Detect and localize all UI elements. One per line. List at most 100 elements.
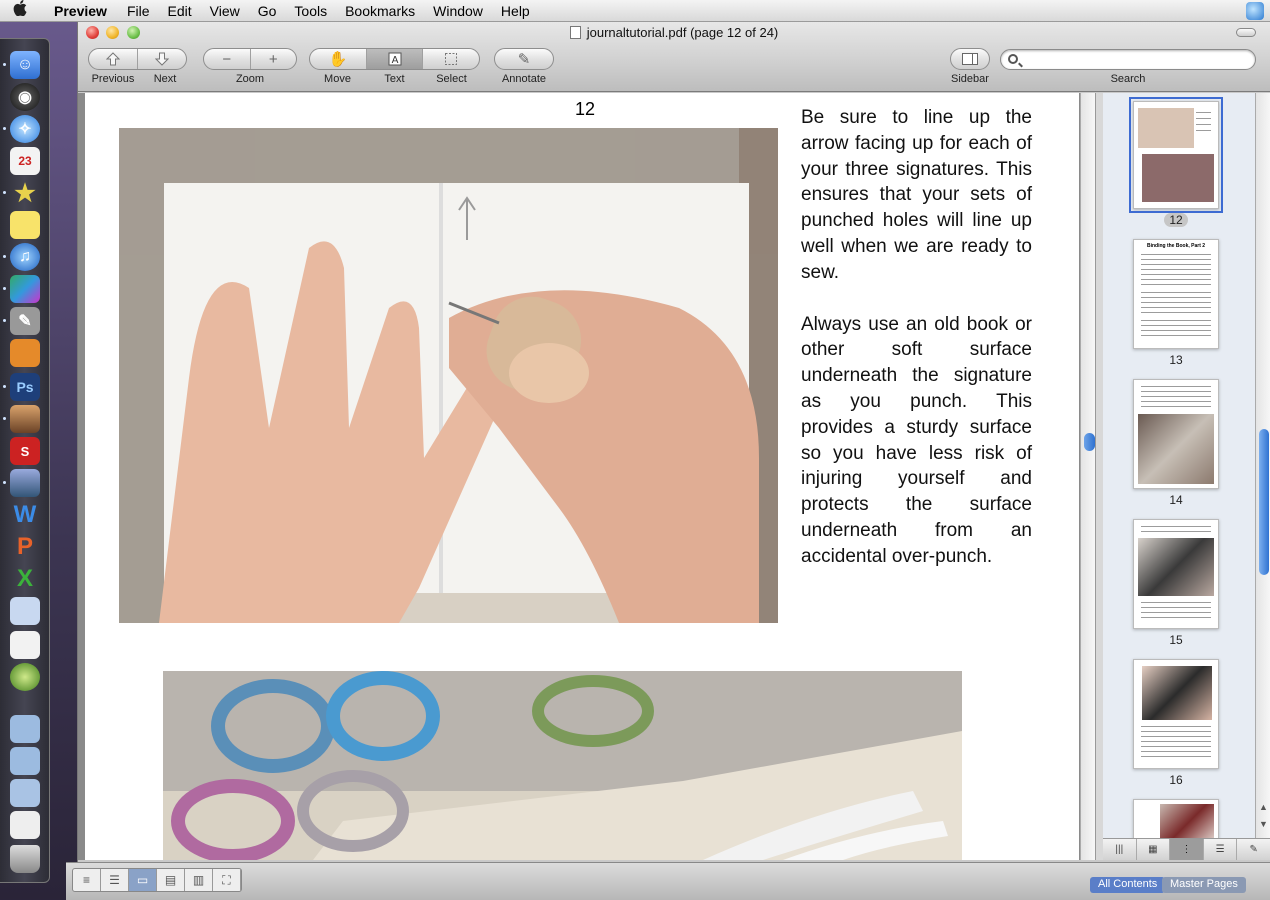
- sbx-app-icon[interactable]: S: [10, 437, 40, 465]
- menu-file[interactable]: File: [127, 3, 150, 19]
- previous-button[interactable]: [89, 49, 138, 69]
- move-tool-button[interactable]: ✋: [310, 49, 367, 69]
- next-button[interactable]: [138, 49, 186, 69]
- apple-menu-icon[interactable]: [0, 0, 40, 21]
- sidebar-button[interactable]: [951, 49, 989, 69]
- view-fullscreen-icon[interactable]: ⛶: [213, 869, 241, 891]
- menu-window[interactable]: Window: [433, 3, 483, 19]
- thumb-text-line: [1141, 736, 1211, 737]
- excel-icon[interactable]: X: [10, 565, 40, 593]
- toolbar-toggle-button[interactable]: [1236, 28, 1256, 37]
- chart-app-icon[interactable]: [10, 275, 40, 303]
- master-pages-tab[interactable]: Master Pages: [1162, 877, 1246, 893]
- paragraph-2: Always use an old book or other soft sur…: [801, 313, 1032, 567]
- menu-edit[interactable]: Edit: [168, 3, 192, 19]
- sidebar-scroll-thumb[interactable]: [1259, 429, 1269, 575]
- powerpoint-icon[interactable]: P: [10, 533, 40, 561]
- preview-icon[interactable]: [10, 469, 40, 497]
- text-tool-button[interactable]: A: [366, 49, 424, 69]
- trash-icon[interactable]: [10, 845, 40, 873]
- select-tool-button[interactable]: [423, 49, 479, 69]
- safari-icon[interactable]: ✧: [10, 115, 40, 143]
- itunes-icon[interactable]: ♫: [10, 243, 40, 271]
- grid-view-icon[interactable]: ▦: [1137, 839, 1171, 860]
- mail-stamp-icon[interactable]: [10, 597, 40, 625]
- textedit-icon[interactable]: [10, 631, 40, 659]
- list-view-icon[interactable]: ☰: [1204, 839, 1238, 860]
- downloads-folder-icon[interactable]: [10, 747, 40, 775]
- next-label: Next: [153, 73, 177, 85]
- thumb-text-line: [1141, 526, 1211, 527]
- thumb-text-line: [1141, 320, 1211, 321]
- thumbnail-page-17[interactable]: [1133, 799, 1219, 838]
- scroll-up-arrow-icon[interactable]: ▲: [1259, 802, 1268, 812]
- running-indicator: [3, 385, 6, 388]
- menu-go[interactable]: Go: [258, 3, 277, 19]
- sidebar-scrollbar[interactable]: ▲ ▼: [1255, 93, 1270, 838]
- annotate-button[interactable]: ✎: [495, 49, 553, 69]
- document-stack-icon[interactable]: [10, 811, 40, 839]
- thumb-text-line: [1141, 325, 1211, 326]
- thumb-photo: [1142, 666, 1212, 720]
- document-view[interactable]: 12 Be sure to line up the arrow facing u…: [78, 93, 1080, 860]
- search-field[interactable]: [1000, 49, 1256, 70]
- thumb-text-line: [1141, 617, 1211, 618]
- view-list-icon[interactable]: ≡: [73, 869, 101, 891]
- thumb-text-line: [1196, 124, 1211, 125]
- thumbnail-label-12: 12: [1133, 213, 1219, 227]
- thumb-text-line: [1141, 330, 1211, 331]
- thumb-text-line: [1141, 254, 1211, 255]
- view-outline-icon[interactable]: ☰: [101, 869, 129, 891]
- ical-icon[interactable]: 23: [10, 147, 40, 175]
- svg-text:A: A: [391, 55, 398, 66]
- thumbnail-page-13[interactable]: Binding the Book, Part 2: [1133, 239, 1219, 349]
- menu-tools[interactable]: Tools: [294, 3, 327, 19]
- search-input[interactable]: [1023, 52, 1247, 67]
- thumb-text-line: [1141, 731, 1211, 732]
- menu-app-name[interactable]: Preview: [54, 3, 107, 19]
- edit-pencil-icon[interactable]: ✎: [1237, 839, 1270, 860]
- photoshop-icon[interactable]: Ps: [10, 373, 40, 401]
- thumbnail-page-14[interactable]: [1133, 379, 1219, 489]
- zoom-in-button[interactable]: +: [251, 49, 297, 69]
- thumb-text-line: [1141, 726, 1211, 727]
- document-scrollbar[interactable]: [1080, 93, 1095, 860]
- word-icon[interactable]: W: [10, 501, 40, 529]
- thumbnail-page-15[interactable]: [1133, 519, 1219, 629]
- view-page-icon[interactable]: ▤: [157, 869, 185, 891]
- menu-help[interactable]: Help: [501, 3, 530, 19]
- imovie-star-icon[interactable]: ★: [10, 179, 40, 207]
- documents-folder-icon[interactable]: [10, 779, 40, 807]
- menu-view[interactable]: View: [210, 3, 240, 19]
- status-menu-icon[interactable]: [1246, 2, 1264, 20]
- pen-app-icon[interactable]: ✎: [10, 307, 40, 335]
- keynote-icon[interactable]: [10, 339, 40, 367]
- document-scroll-thumb[interactable]: [1084, 433, 1095, 451]
- dashboard-icon[interactable]: ◉: [10, 83, 40, 111]
- iphoto-icon[interactable]: [10, 405, 40, 433]
- applications-folder-icon[interactable]: [10, 715, 40, 743]
- window-title-text: journaltutorial.pdf (page 12 of 24): [586, 25, 779, 40]
- text-label: Text: [384, 73, 405, 85]
- menu-bookmarks[interactable]: Bookmarks: [345, 3, 415, 19]
- title-bar: journaltutorial.pdf (page 12 of 24) Prev…: [78, 22, 1270, 92]
- view-spread-icon[interactable]: ▥: [185, 869, 213, 891]
- thumbnail-page-16[interactable]: [1133, 659, 1219, 769]
- all-contents-tab[interactable]: All Contents: [1090, 877, 1166, 893]
- stickies-icon[interactable]: [10, 211, 40, 239]
- thumb-text-line: [1141, 259, 1211, 260]
- running-indicator: [3, 63, 6, 66]
- zoom-out-button[interactable]: −: [204, 49, 251, 69]
- paper-rings-photo: [163, 671, 962, 860]
- view-thumbnail-icon[interactable]: ▭: [129, 869, 157, 891]
- thumbnails-view-icon[interactable]: ⋮: [1170, 839, 1204, 860]
- sidebar-splitter[interactable]: [1095, 93, 1103, 860]
- clock-app-icon[interactable]: [10, 663, 40, 691]
- zoom-group: − +: [203, 48, 297, 70]
- scroll-down-arrow-icon[interactable]: ▼: [1259, 819, 1268, 829]
- thumb-text-line: [1141, 741, 1211, 742]
- columns-view-icon[interactable]: |||: [1103, 839, 1137, 860]
- finder-icon[interactable]: ☺: [10, 51, 40, 79]
- thumb-text-line: [1196, 112, 1211, 113]
- thumbnail-page-12[interactable]: [1129, 97, 1223, 213]
